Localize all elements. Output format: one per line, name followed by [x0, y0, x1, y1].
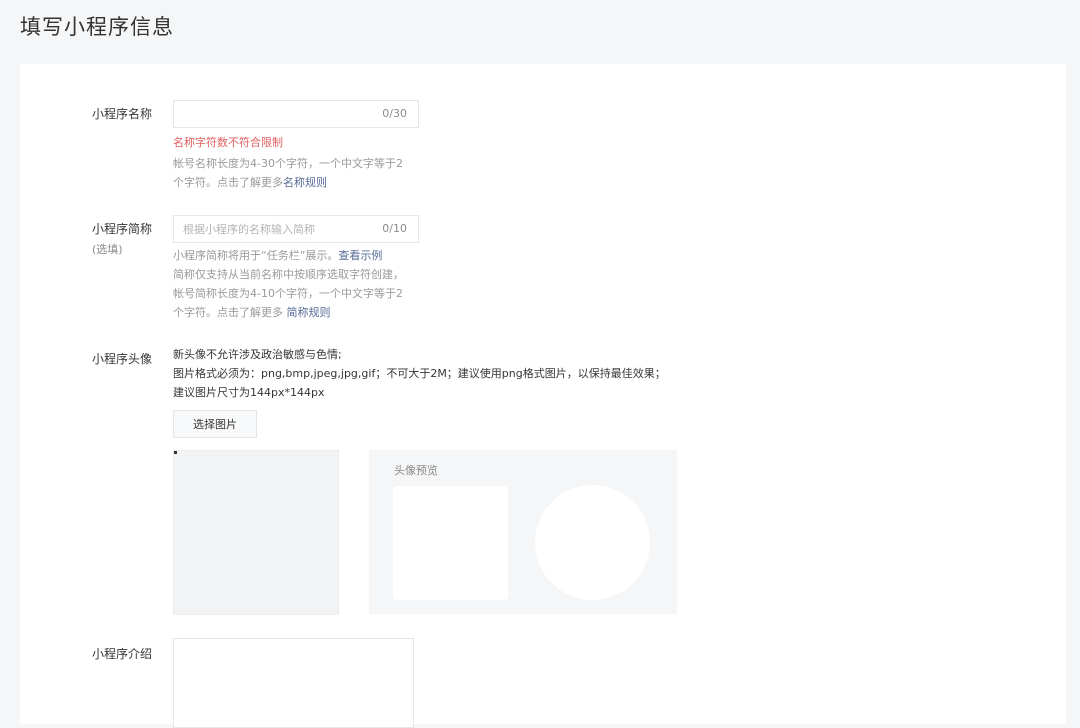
short-name-tip-line2: 简称仅支持从当前名称中按顺序选取字符创建， [173, 268, 404, 281]
short-name-tip-line4-text: 个字符。点击了解更多 [173, 306, 287, 319]
crop-handle[interactable] [174, 451, 177, 454]
short-name-rules-link[interactable]: 简称规则 [287, 306, 331, 319]
avatar-preview-panel: 头像预览 [369, 450, 677, 614]
name-error: 名称字符数不符合限制 [173, 136, 283, 149]
short-name-input-box[interactable]: 0/10 [173, 215, 419, 243]
intro-label: 小程序介绍 [92, 647, 153, 661]
name-input[interactable] [174, 101, 383, 127]
short-name-tip: 小程序简称将用于“任务栏”展示。查看示例 简称仅支持从当前名称中按顺序选取字符创… [173, 246, 404, 322]
avatar-desc-line3: 建议图片尺寸为144px*144px [173, 386, 325, 399]
avatar-preview-circle [535, 485, 650, 600]
name-tip: 帐号名称长度为4-30个字符，一个中文字等于2 个字符。点击了解更多名称规则 [173, 154, 403, 192]
short-name-optional: (选填) [92, 243, 123, 256]
short-name-input[interactable] [174, 216, 383, 242]
short-name-tip-line1: 小程序简称将用于“任务栏”展示。查看示例 [173, 246, 404, 265]
avatar-crop-area[interactable] [173, 450, 339, 615]
form-card: 小程序名称 0/30 名称字符数不符合限制 帐号名称长度为4-30个字符，一个中… [20, 64, 1066, 728]
intro-textarea[interactable] [173, 638, 414, 728]
short-name-counter: 0/10 [382, 222, 407, 235]
short-name-tip-line4: 个字符。点击了解更多 简称规则 [173, 303, 404, 322]
avatar-preview-square [393, 486, 508, 600]
short-name-tip-line3: 帐号简称长度为4-10个字符，一个中文字等于2 [173, 287, 403, 300]
avatar-desc-line1: 新头像不允许涉及政治敏感与色情; [173, 348, 342, 361]
name-rules-link[interactable]: 名称规则 [283, 176, 327, 189]
short-name-label: 小程序简称 (选填) [92, 219, 152, 260]
short-name-label-text: 小程序简称 [92, 222, 153, 236]
name-counter: 0/30 [382, 107, 407, 120]
name-input-box[interactable]: 0/30 [173, 100, 419, 128]
avatar-preview-title: 头像预览 [394, 464, 438, 477]
avatar-desc-line2: 图片格式必须为：png,bmp,jpeg,jpg,gif；不可大于2M；建议使用… [173, 367, 666, 380]
name-tip-line1: 帐号名称长度为4-30个字符，一个中文字等于2 [173, 157, 403, 170]
avatar-desc: 新头像不允许涉及政治敏感与色情; 图片格式必须为：png,bmp,jpeg,jp… [173, 345, 666, 402]
avatar-label: 小程序头像 [92, 352, 153, 366]
name-label: 小程序名称 [92, 107, 153, 121]
page-title: 填写小程序信息 [20, 15, 174, 39]
select-image-button[interactable]: 选择图片 [173, 410, 257, 438]
short-name-tip-line1-text: 小程序简称将用于“任务栏”展示。 [173, 249, 339, 262]
name-tip-line2: 个字符。点击了解更多名称规则 [173, 173, 403, 192]
name-tip-line2-text: 个字符。点击了解更多 [173, 176, 283, 189]
view-example-link[interactable]: 查看示例 [338, 249, 382, 262]
